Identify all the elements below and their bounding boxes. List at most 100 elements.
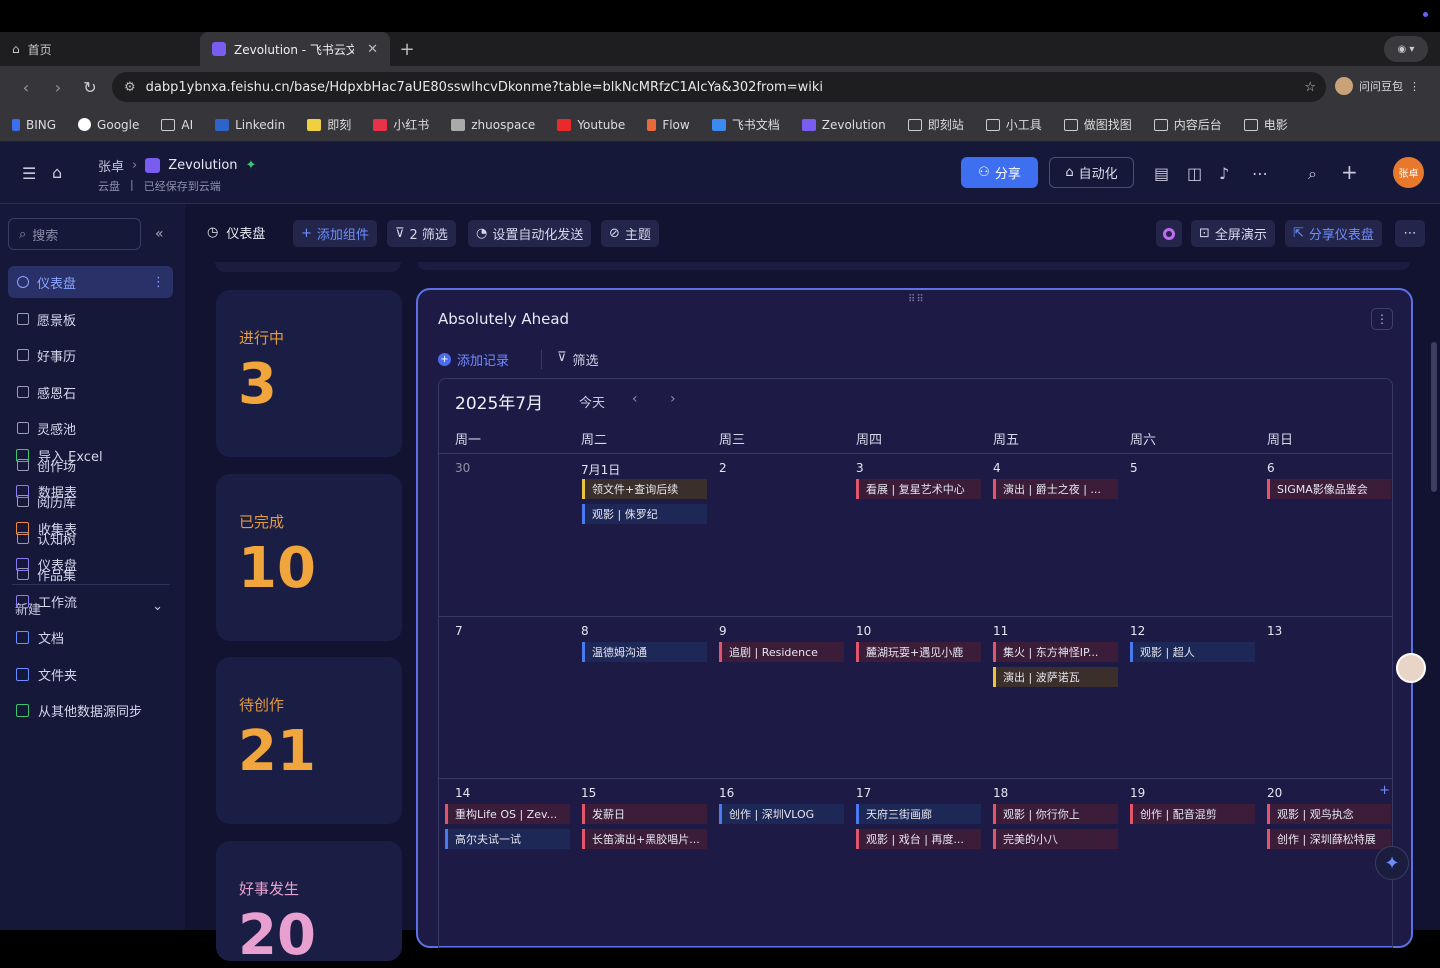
calendar-event[interactable]: 天府三街画廊 — [856, 804, 981, 824]
owner-name[interactable]: 张卓 — [98, 156, 124, 175]
back-icon[interactable]: ‹ — [10, 78, 42, 97]
expand-sidebar-icon[interactable]: ☰ — [22, 164, 36, 183]
create-item[interactable]: 文档 — [16, 622, 64, 652]
pin-icon[interactable]: ✦ — [246, 158, 257, 173]
collapse-sidebar-icon[interactable]: « — [155, 226, 164, 242]
bookmark-item[interactable]: 电影 — [1243, 116, 1288, 133]
calendar-event[interactable]: 创作 | 深圳薛松特展 — [1267, 829, 1391, 849]
day-number[interactable]: 14 — [455, 786, 470, 800]
share-button[interactable]: ⚇ 分享 — [961, 157, 1038, 188]
bell-icon[interactable]: ♪ — [1219, 164, 1229, 183]
stat-card-to-create[interactable]: 待创作 21 — [216, 657, 402, 824]
day-number[interactable]: 3 — [856, 461, 864, 475]
create-item[interactable]: 数据表 — [16, 476, 77, 506]
day-number[interactable]: 8 — [581, 624, 589, 638]
bookmark-item[interactable]: 即刻站 — [907, 116, 964, 133]
day-number[interactable]: 20 — [1267, 786, 1282, 800]
sidebar-item-table[interactable]: 愿景板 — [8, 303, 173, 335]
ai-orb-button[interactable] — [1156, 220, 1182, 247]
more-button[interactable]: ⋯ — [1395, 220, 1425, 247]
theme-button[interactable]: ⊘ 主题 — [601, 220, 659, 247]
calendar-event[interactable]: 领文件+查询后续 — [582, 479, 707, 499]
add-icon[interactable]: + — [1341, 160, 1358, 184]
sidebar-item-table[interactable]: 好事历 — [8, 339, 173, 371]
bookmark-item[interactable]: Youtube — [557, 118, 625, 132]
calendar-event[interactable]: 集火 | 东方神怪IP... — [993, 642, 1118, 662]
create-item[interactable]: 从其他数据源同步 — [16, 695, 142, 725]
share-dashboard-button[interactable]: ⇱ 分享仪表盘 — [1285, 220, 1382, 247]
stat-card-completed[interactable]: 已完成 10 — [216, 474, 402, 641]
search-input[interactable]: ⌕ 搜索 — [8, 218, 141, 250]
day-number[interactable]: 4 — [993, 461, 1001, 475]
bookmark-item[interactable]: Linkedin — [215, 118, 285, 132]
create-item[interactable]: 导入 Excel — [16, 440, 103, 470]
more-icon[interactable]: ⋯ — [1252, 164, 1268, 183]
calendar-event[interactable]: SIGMA影像品鉴会 — [1267, 479, 1391, 499]
calendar-event[interactable]: 创作 | 深圳VLOG — [719, 804, 844, 824]
tab-zevolution[interactable]: Zevolution - 飞书云文档 ✕ — [200, 32, 390, 66]
calendar-event[interactable]: 观影 | 超人 — [1130, 642, 1255, 662]
bookmark-item[interactable]: 内容后台 — [1153, 116, 1222, 133]
calendar-event[interactable]: 追剧 | Residence — [719, 642, 844, 662]
day-number[interactable]: 11 — [993, 624, 1008, 638]
sidebar-item-dashboard[interactable]: 仪表盘 ⋮ — [8, 266, 173, 298]
create-item[interactable]: 工作流 — [16, 586, 77, 616]
calendar-event[interactable]: 重构Life OS | Zev... — [445, 804, 570, 824]
location-label[interactable]: 云盘 — [98, 178, 120, 194]
profile-menu[interactable]: 问问豆包 ⋮ — [1335, 77, 1420, 95]
bookmark-item[interactable]: 小工具 — [985, 116, 1042, 133]
filter-button[interactable]: ⊽ 2 筛选 — [387, 220, 456, 247]
fullscreen-button[interactable]: ⊡ 全屏演示 — [1191, 220, 1275, 247]
home-icon[interactable]: ⌂ — [52, 163, 62, 182]
calendar-event[interactable]: 创作 | 配音混剪 — [1130, 804, 1255, 824]
forward-icon[interactable]: › — [42, 78, 74, 97]
more-icon[interactable]: ⋮ — [152, 275, 165, 290]
day-number[interactable]: 7月1日 — [581, 461, 620, 478]
add-component-button[interactable]: + 添加组件 — [293, 220, 377, 247]
calendar-widget[interactable]: ⠿⠿ Absolutely Ahead ⋮ + 添加记录 ⊽ 筛选 2025年7月 … — [416, 288, 1413, 948]
tab-home[interactable]: ⌂ 首页 — [0, 32, 200, 66]
bookmark-item[interactable]: 做图找图 — [1063, 116, 1132, 133]
bookmark-item[interactable]: AI — [161, 118, 193, 132]
bookmark-item[interactable]: Google — [78, 118, 139, 132]
calendar-event[interactable]: 演出 | 波萨诺瓦 — [993, 667, 1118, 687]
calendar-event[interactable]: 高尔夫试一试 — [445, 829, 570, 849]
close-tab-icon[interactable]: ✕ — [367, 42, 378, 57]
day-number[interactable]: 19 — [1130, 786, 1145, 800]
bookmark-item[interactable]: Flow — [647, 118, 690, 132]
bookmark-star-icon[interactable]: ☆ — [1304, 80, 1316, 95]
chevron-left-icon[interactable]: ‹ — [632, 391, 638, 407]
new-tab-button[interactable]: + — [390, 32, 424, 66]
day-number[interactable]: 10 — [856, 624, 871, 638]
calendar-event[interactable]: 观影 | 戏台 | 再度... — [856, 829, 981, 849]
form-icon[interactable]: ▤ — [1154, 164, 1169, 183]
widget-more-button[interactable]: ⋮ — [1371, 308, 1393, 330]
calendar-event[interactable]: 麓湖玩耍+遇见小鹿 — [856, 642, 981, 662]
day-number[interactable]: 7 — [455, 624, 463, 638]
url-field[interactable]: ⚙ dabp1ybnxa.feishu.cn/base/HdpxbHac7aUE… — [112, 72, 1326, 102]
calendar-event[interactable]: 发薪日 — [582, 804, 707, 824]
day-number[interactable]: 5 — [1130, 461, 1138, 475]
day-number[interactable]: 15 — [581, 786, 596, 800]
bookmark-item[interactable]: Zevolution — [801, 118, 886, 132]
calendar-event[interactable]: 温德姆沟通 — [582, 642, 707, 662]
calendar-event[interactable]: 演出 | 爵士之夜 | ... — [993, 479, 1118, 499]
calendar-event[interactable]: 看展 | 复星艺术中心 — [856, 479, 981, 499]
stat-card-good-things[interactable]: 好事发生 20 — [216, 841, 402, 968]
auto-send-button[interactable]: ◔ 设置自动化发送 — [468, 220, 592, 247]
assistant-avatar[interactable] — [1396, 653, 1426, 683]
day-number[interactable]: 12 — [1130, 624, 1145, 638]
add-record-button[interactable]: + 添加记录 — [438, 350, 509, 369]
reload-icon[interactable]: ↻ — [74, 78, 106, 97]
stat-card-in-progress[interactable]: 进行中 3 — [216, 290, 402, 457]
calendar-event[interactable]: 观影 | 观鸟执念 — [1267, 804, 1391, 824]
bookmark-item[interactable]: zhuospace — [451, 118, 535, 132]
create-item[interactable]: 仪表盘 — [16, 549, 77, 579]
day-number[interactable]: 2 — [719, 461, 727, 475]
plugin-icon[interactable]: ◫ — [1187, 164, 1202, 183]
sidebar-item-table[interactable]: 感恩石 — [8, 376, 173, 408]
calendar-event[interactable]: 观影 | 侏罗纪 — [582, 504, 707, 524]
calendar-event[interactable]: 长笛演出+黑胶唱片... — [582, 829, 707, 849]
day-number[interactable]: 17 — [856, 786, 871, 800]
avatar[interactable]: 张卓 — [1393, 157, 1424, 188]
